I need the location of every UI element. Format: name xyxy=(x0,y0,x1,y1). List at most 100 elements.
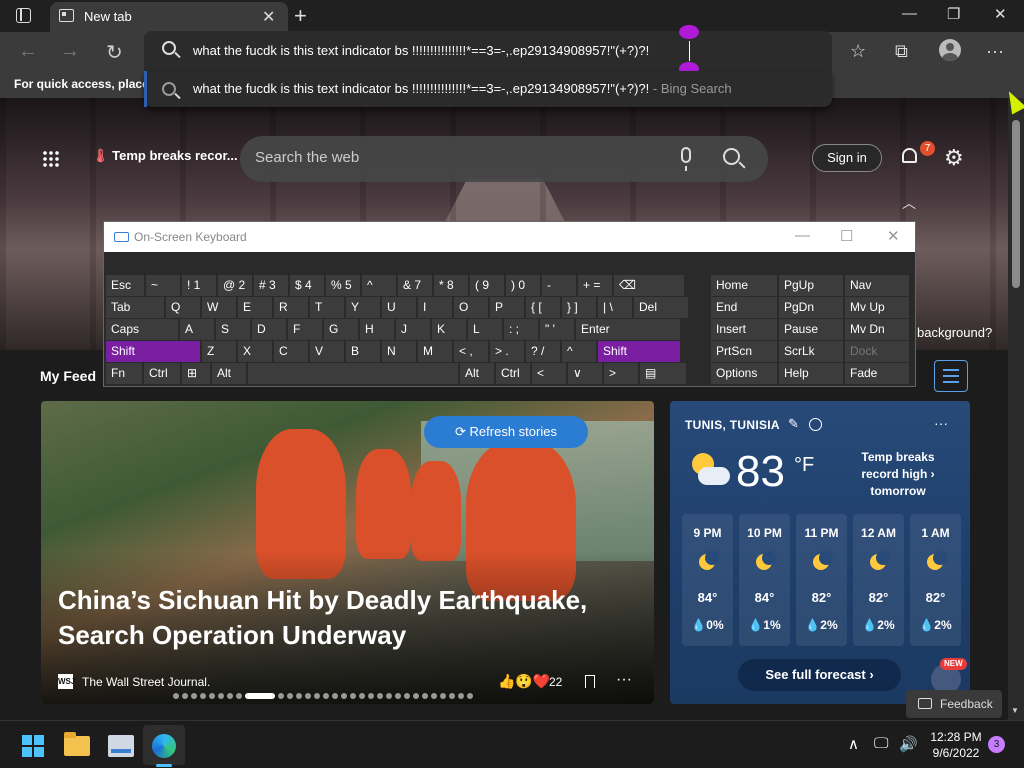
osk-key[interactable]: @ 2 xyxy=(218,275,252,296)
notifications-bell-icon[interactable] xyxy=(902,148,917,163)
refresh-icon[interactable]: ↻ xyxy=(106,40,123,65)
gear-icon[interactable]: ⚙ xyxy=(944,145,964,171)
story-headline[interactable]: China’s Sichuan Hit by Deadly Earthquake… xyxy=(58,583,618,653)
osk-nav-key[interactable]: Insert xyxy=(711,319,777,340)
microphone-icon[interactable] xyxy=(681,147,691,171)
collections-icon[interactable]: ⧉ xyxy=(895,41,908,62)
osk-key[interactable] xyxy=(248,363,458,384)
osk-key[interactable]: < xyxy=(532,363,566,384)
osk-nav-key[interactable]: Dock xyxy=(845,341,909,362)
notification-center-badge[interactable]: 3 xyxy=(988,736,1005,753)
osk-key[interactable]: N xyxy=(382,341,416,362)
osk-key[interactable]: R xyxy=(274,297,308,318)
osk-key[interactable]: ( 9 xyxy=(470,275,504,296)
osk-key[interactable]: } ] xyxy=(562,297,596,318)
volume-icon[interactable]: 🔊 xyxy=(899,735,918,753)
osk-nav-key[interactable]: ScrLk xyxy=(779,341,843,362)
osk-title-bar[interactable]: On-Screen Keyboard — ☐ ✕ xyxy=(104,222,915,252)
osk-key[interactable]: D xyxy=(252,319,286,340)
osk-key[interactable]: ▤ xyxy=(640,363,686,384)
osk-nav-key[interactable]: Options xyxy=(711,363,777,384)
chevron-up-icon[interactable]: ︿ xyxy=(902,193,916,213)
sign-in-button[interactable]: Sign in xyxy=(812,144,882,172)
see-full-forecast-button[interactable]: See full forecast › xyxy=(738,659,901,691)
minimize-button[interactable]: — xyxy=(902,5,917,22)
close-tab-icon[interactable]: ✕ xyxy=(262,7,275,27)
hourly-forecast-item[interactable]: 1 AM 82° 💧2% xyxy=(910,514,961,646)
scroll-down-arrow-icon[interactable]: ▼ xyxy=(1011,706,1019,715)
osk-close-button[interactable]: ✕ xyxy=(887,227,900,245)
osk-key[interactable]: F xyxy=(288,319,322,340)
search-icon[interactable] xyxy=(723,148,740,165)
osk-key[interactable]: & 7 xyxy=(398,275,432,296)
osk-key[interactable]: $ 4 xyxy=(290,275,324,296)
osk-key[interactable]: V xyxy=(310,341,344,362)
osk-key[interactable]: Q xyxy=(166,297,200,318)
osk-key[interactable]: Z xyxy=(202,341,236,362)
osk-key[interactable]: Shift xyxy=(598,341,680,362)
address-bar-text[interactable]: what the fucdk is this text indicator bs… xyxy=(193,43,649,58)
globe-icon[interactable] xyxy=(809,418,822,431)
edge-browser-icon[interactable] xyxy=(152,734,176,758)
weather-city[interactable]: TUNIS, TUNISIA xyxy=(685,418,780,432)
osk-key[interactable]: W xyxy=(202,297,236,318)
osk-key[interactable]: > . xyxy=(490,341,524,362)
osk-key[interactable]: Esc xyxy=(106,275,144,296)
osk-key[interactable]: M xyxy=(418,341,452,362)
osk-key[interactable]: < , xyxy=(454,341,488,362)
new-tab-button[interactable]: + xyxy=(294,3,307,29)
osk-key[interactable]: + = xyxy=(578,275,612,296)
osk-key[interactable]: : ; xyxy=(504,319,538,340)
web-search-box[interactable]: Search the web xyxy=(240,136,768,182)
osk-nav-key[interactable]: Mv Up xyxy=(845,297,909,318)
restore-button[interactable]: ❐ xyxy=(947,5,960,23)
osk-key[interactable]: I xyxy=(418,297,452,318)
hourly-forecast-item[interactable]: 9 PM 84° 💧0% xyxy=(682,514,733,646)
osk-key[interactable]: Ctrl xyxy=(144,363,180,384)
show-hidden-icons-chevron-icon[interactable]: ∧ xyxy=(848,735,859,753)
refresh-stories-button[interactable]: ⟳ Refresh stories xyxy=(424,416,588,448)
profile-avatar[interactable] xyxy=(939,39,961,61)
osk-key[interactable]: Y xyxy=(346,297,380,318)
osk-key[interactable]: % 5 xyxy=(326,275,360,296)
osk-key[interactable]: J xyxy=(396,319,430,340)
story-more-icon[interactable]: ··· xyxy=(616,671,632,689)
carousel-dots[interactable] xyxy=(173,693,473,699)
hourly-forecast-item[interactable]: 10 PM 84° 💧1% xyxy=(739,514,790,646)
feedback-button[interactable]: Feedback xyxy=(906,690,1002,718)
osk-maximize-button[interactable]: ☐ xyxy=(840,227,853,245)
osk-key[interactable]: H xyxy=(360,319,394,340)
system-clock[interactable]: 12:28 PM 9/6/2022 xyxy=(926,729,986,761)
forward-icon[interactable]: → xyxy=(60,40,80,63)
osk-key[interactable]: L xyxy=(468,319,502,340)
osk-key[interactable]: - xyxy=(542,275,576,296)
close-window-button[interactable]: ✕ xyxy=(994,5,1007,23)
start-button-icon[interactable] xyxy=(22,735,44,757)
osk-key[interactable]: > xyxy=(604,363,638,384)
weather-card[interactable]: TUNIS, TUNISIA ✎ ··· 83 °F Temp breaks r… xyxy=(670,401,970,704)
on-screen-keyboard-taskbar-icon[interactable] xyxy=(108,735,134,757)
osk-key[interactable]: Alt xyxy=(460,363,494,384)
osk-key[interactable]: ! 1 xyxy=(182,275,216,296)
osk-key[interactable]: Enter xyxy=(576,319,680,340)
osk-key[interactable]: * 8 xyxy=(434,275,468,296)
osk-key[interactable]: O xyxy=(454,297,488,318)
osk-nav-key[interactable]: End xyxy=(711,297,777,318)
osk-key[interactable]: S xyxy=(216,319,250,340)
osk-key[interactable]: Caps xyxy=(106,319,178,340)
osk-key[interactable]: A xyxy=(180,319,214,340)
temperature-unit[interactable]: °F xyxy=(794,454,814,477)
osk-key[interactable]: B xyxy=(346,341,380,362)
hourly-forecast-item[interactable]: 12 AM 82° 💧2% xyxy=(853,514,904,646)
osk-key[interactable]: Del xyxy=(634,297,688,318)
osk-key[interactable]: Alt xyxy=(212,363,246,384)
app-launcher-icon[interactable] xyxy=(42,150,60,168)
osk-key[interactable]: P xyxy=(490,297,524,318)
osk-key[interactable]: { [ xyxy=(526,297,560,318)
osk-nav-key[interactable]: Help xyxy=(779,363,843,384)
osk-key[interactable]: ? / xyxy=(526,341,560,362)
weather-more-icon[interactable]: ··· xyxy=(934,415,948,431)
search-suggestion[interactable]: what the fucdk is this text indicator bs… xyxy=(144,71,832,107)
osk-key[interactable]: X xyxy=(238,341,272,362)
osk-key[interactable]: # 3 xyxy=(254,275,288,296)
